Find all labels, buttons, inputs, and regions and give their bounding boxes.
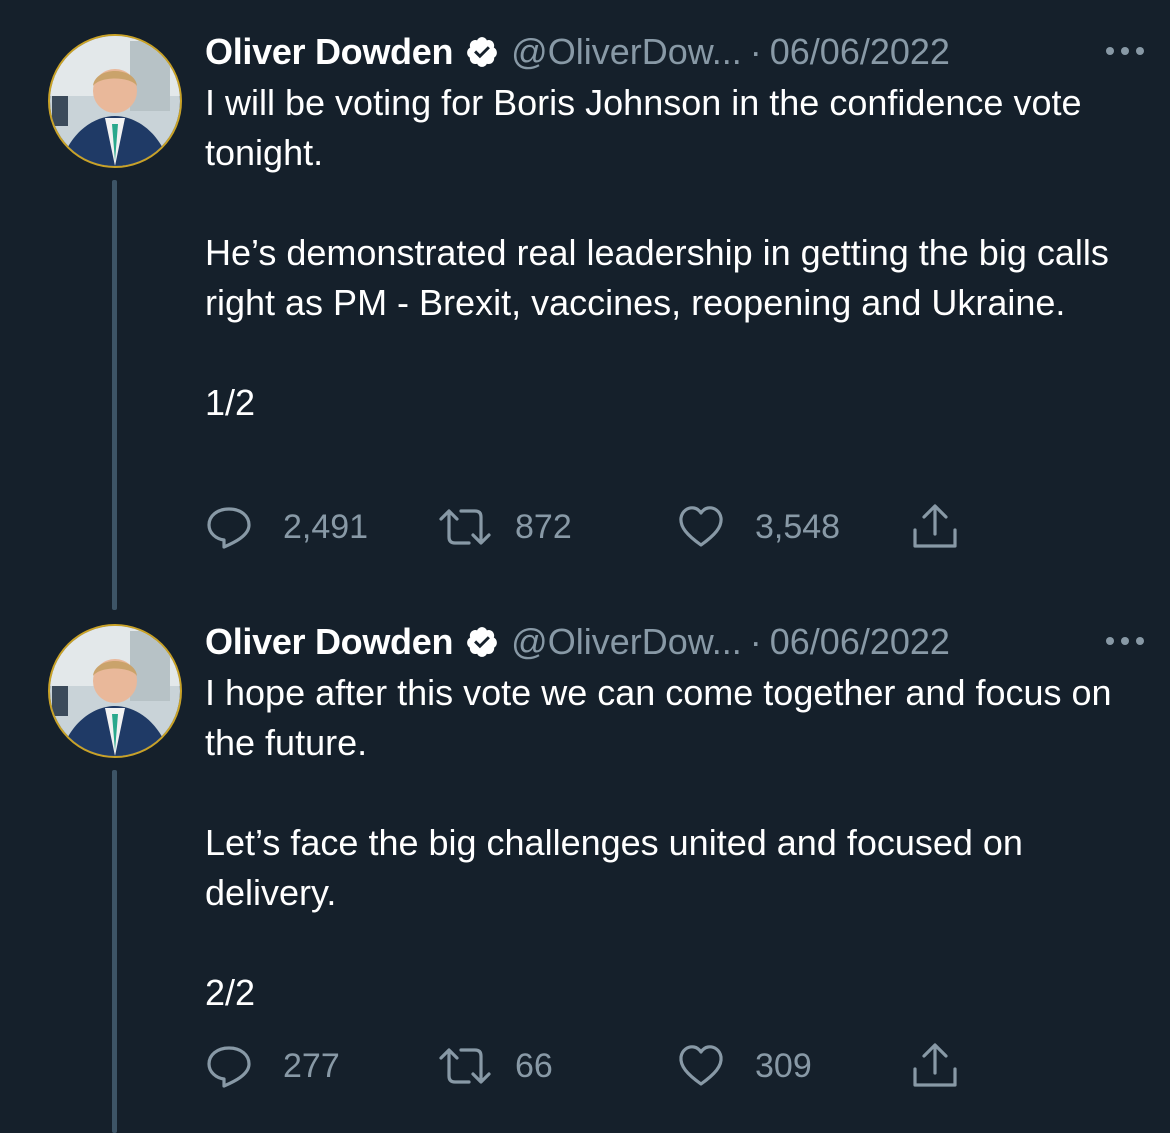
reply-count: 277 (283, 1046, 340, 1085)
verified-badge-icon (465, 35, 499, 69)
share-button[interactable] (909, 1041, 961, 1091)
more-options-icon[interactable] (1102, 629, 1148, 653)
retweet-count: 66 (515, 1046, 553, 1085)
author-name[interactable]: Oliver Dowden (205, 31, 453, 73)
author-handle[interactable]: @OliverDow... (511, 31, 742, 73)
like-count: 3,548 (755, 507, 841, 546)
share-button[interactable] (909, 502, 961, 552)
tweet-date[interactable]: 06/06/2022 (770, 621, 950, 663)
retweet-button[interactable]: 66 (437, 1041, 553, 1091)
share-icon (913, 504, 957, 548)
heart-icon (679, 1045, 723, 1086)
separator: · (749, 621, 762, 662)
verified-badge-icon (465, 625, 499, 659)
tweet-actions: 2,491 872 3,548 (205, 502, 985, 552)
author-name[interactable]: Oliver Dowden (205, 621, 453, 663)
reply-button[interactable]: 277 (205, 1041, 340, 1091)
avatar[interactable] (48, 624, 182, 758)
retweet-count: 872 (515, 507, 572, 546)
tweet-actions: 277 66 309 (205, 1041, 985, 1091)
avatar[interactable] (48, 34, 182, 168)
reply-icon (207, 1046, 251, 1088)
like-count: 309 (755, 1046, 812, 1085)
retweet-button[interactable]: 872 (437, 502, 572, 552)
tweet-text: I will be voting for Boris Johnson in th… (205, 82, 1109, 423)
thread-line (112, 180, 117, 610)
reply-button[interactable]: 2,491 (205, 502, 368, 552)
heart-icon (679, 506, 723, 547)
tweet-date[interactable]: 06/06/2022 (770, 31, 950, 73)
like-button[interactable]: 309 (677, 1041, 812, 1091)
share-icon (913, 1043, 957, 1087)
tweet-header: Oliver Dowden @OliverDow... · 06/06/2022 (205, 26, 1140, 78)
like-button[interactable]: 3,548 (677, 502, 840, 552)
tweet-text: I hope after this vote we can come toget… (205, 672, 1112, 1013)
author-handle[interactable]: @OliverDow... (511, 621, 742, 663)
tweet-2[interactable]: Oliver Dowden @OliverDow... · 06/06/2022… (0, 590, 1170, 1133)
reply-icon (207, 507, 251, 549)
retweet-icon (439, 1048, 491, 1084)
separator: · (749, 31, 762, 72)
reply-count: 2,491 (283, 507, 369, 546)
retweet-icon (439, 509, 491, 545)
tweet-header: Oliver Dowden @OliverDow... · 06/06/2022 (205, 616, 1140, 668)
more-options-icon[interactable] (1102, 39, 1148, 63)
tweet-1[interactable]: Oliver Dowden @OliverDow... · 06/06/2022… (0, 0, 1170, 610)
thread-line (112, 770, 117, 1133)
